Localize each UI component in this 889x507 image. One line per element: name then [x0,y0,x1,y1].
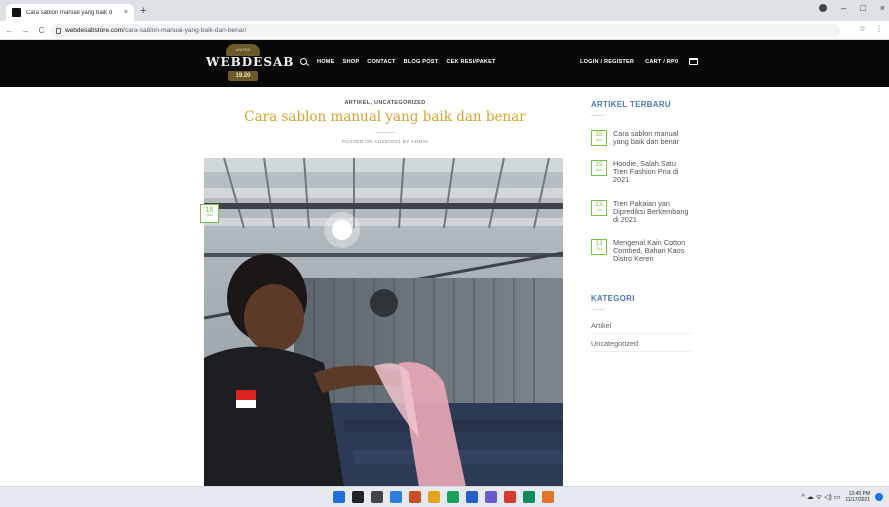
post-title: Cara sablon manual yang baik dan benar [244,109,526,125]
taskbar-app-icon[interactable] [504,491,516,503]
recent-post-link[interactable]: Mengenal Kain Cotton Combed, Bahan Kaos … [613,238,691,264]
nav-shop[interactable]: SHOP [343,59,360,65]
nav-home[interactable]: HOME [317,59,335,65]
recent-post-link[interactable]: Tren Pakaian yan Diprediksi Berkembang d… [613,199,691,225]
recent-post-date: 15 Nov [591,130,607,146]
title-divider [375,132,395,133]
tab-close-icon[interactable]: × [124,9,128,16]
category-divider [591,333,691,334]
maximize-button[interactable]: □ [860,3,865,13]
window-controls: – □ × [819,3,885,13]
forward-button[interactable]: → [19,26,32,35]
post-date-badge: 15 Nov [200,204,219,223]
new-tab-button[interactable]: + [140,4,146,18]
site-logo[interactable]: UNITED WEBDESAB 19.20 [206,44,295,83]
recent-post-item[interactable]: 15 Nov Cara sablon manual yang baik dan … [591,129,691,146]
url-bar[interactable]: webdesabstore.com/cara-sablon-manual-yan… [50,24,840,37]
back-button[interactable]: ← [3,26,16,35]
post-meta: POSTED ON 11/15/2021 BY ADMIN [341,140,429,145]
recent-post-item[interactable]: 19 Nov Hoodie, Salah Satu Tren Fashion P… [591,159,691,185]
categories-title: KATEGORI [591,294,635,303]
lock-icon[interactable] [56,27,61,34]
tray-icons[interactable]: ^ ☁ ᯤ ◁) ▭ [802,493,841,502]
badge-month: Nov [206,213,213,217]
recent-month: Oct [596,207,602,212]
url-path: /cara-sablon-manual-yang-baik-dan-benar/ [123,27,247,34]
taskbar-app-icon[interactable] [371,491,383,503]
site-header: UNITED WEBDESAB 19.20 HOME SHOP CONTACT … [0,40,889,87]
browser-tab[interactable]: Cara sablon manual yang baik d × [6,4,134,21]
taskbar-app-icon[interactable] [466,491,478,503]
recent-month: Nov [595,167,603,172]
url-host: webdesabstore.com [65,27,124,34]
os-taskbar: ^ ☁ ᯤ ◁) ▭ 12:45 PM 11/17/2021 [0,486,889,507]
taskbar-app-icon[interactable] [485,491,497,503]
reload-button[interactable]: C [35,26,48,35]
logo-wordmark: WEBDESAB [206,55,295,69]
category-link-uncategorized[interactable]: Uncategorized [591,339,638,348]
taskbar-app-icon[interactable] [447,491,459,503]
recent-post-date: 13 Oct [591,200,607,216]
recent-post-item[interactable]: 13 Oct Tren Pakaian yan Diprediksi Berke… [591,199,691,225]
taskbar-app-icon[interactable] [352,491,364,503]
taskbar-app-icon[interactable] [542,491,554,503]
address-toolbar: ← → C webdesabstore.com/cara-sablon-manu… [0,21,889,40]
taskbar-clock[interactable]: 12:45 PM 11/17/2021 [845,491,870,503]
taskbar-app-icon[interactable] [523,491,535,503]
cart-icon[interactable] [689,58,699,65]
main-navigation: HOME SHOP CONTACT BLOG POST CEK RESI/PAK… [300,58,496,65]
widget-divider [591,115,605,116]
tab-title: Cara sablon manual yang baik d [26,9,113,16]
taskbar-app-icons [333,491,554,503]
nav-contact[interactable]: CONTACT [367,59,395,65]
bookmark-star-icon[interactable]: ☆ [859,24,866,33]
close-window-button[interactable]: × [880,3,885,13]
recent-post-date: 19 Nov [591,160,607,176]
taskbar-app-icon[interactable] [390,491,402,503]
recent-post-link[interactable]: Cara sablon manual yang baik dan benar [613,129,691,146]
taskbar-app-icon[interactable] [409,491,421,503]
post-categories[interactable]: ARTIKEL, UNCATEGORIZED [200,100,570,106]
recent-post-link[interactable]: Hoodie, Salah Satu Tren Fashion Pria di … [613,159,691,185]
windows-start-icon[interactable] [333,491,345,503]
recent-posts-title: ARTIKEL TERBARU [591,100,671,109]
site-favicon-icon [12,8,21,17]
browser-tab-strip: Cara sablon manual yang baik d × + – □ × [0,0,889,21]
logo-year: 19.20 [228,71,258,81]
account-navigation: LOGIN / REGISTER CART / RP0 [580,58,699,65]
category-divider [591,351,691,352]
category-link-artikel[interactable]: Artikel [591,321,611,330]
profile-icon[interactable] [819,4,828,12]
nav-blog-post[interactable]: BLOG POST [404,59,439,65]
minimize-button[interactable]: – [841,3,846,13]
screen-printing-photo [204,158,563,487]
browser-menu-icon[interactable]: ⋮ [875,24,883,33]
login-register-link[interactable]: LOGIN / REGISTER [580,59,634,65]
recent-post-date: 13 Oct [591,239,607,255]
url-text: webdesabstore.com/cara-sablon-manual-yan… [65,27,246,34]
recent-post-item[interactable]: 13 Oct Mengenal Kain Cotton Combed, Baha… [591,238,691,264]
nav-cek-resi[interactable]: CEK RESI/PAKET [446,59,495,65]
recent-month: Oct [596,246,602,251]
system-tray: ^ ☁ ᯤ ◁) ▭ 12:45 PM 11/17/2021 [802,491,883,503]
taskbar-app-icon[interactable] [428,491,440,503]
recent-month: Nov [595,137,603,142]
search-icon[interactable] [300,58,307,65]
notification-icon[interactable] [875,493,883,501]
toolbar-actions: ☆ ⋮ [859,24,883,33]
clock-date: 11/17/2021 [845,497,870,503]
widget-divider [591,309,605,310]
cart-link[interactable]: CART / RP0 [645,59,678,65]
featured-image [204,158,563,487]
